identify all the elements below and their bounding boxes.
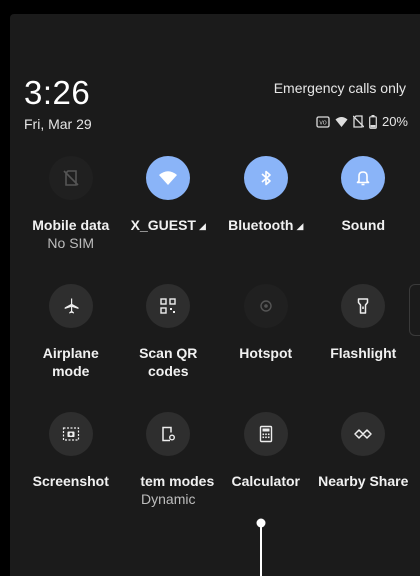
battery-percent: 20%	[381, 114, 408, 129]
hotspot-icon	[260, 300, 272, 312]
page-edge-handle[interactable]	[409, 284, 420, 336]
screenshot-toggle[interactable]	[48, 412, 93, 456]
tile-label: Screenshot	[32, 473, 109, 489]
mobile-data-toggle[interactable]	[48, 156, 93, 200]
clock[interactable]: 3:26	[24, 74, 90, 112]
vowifi-icon: VO	[316, 115, 330, 128]
system-modes-icon	[162, 426, 176, 442]
tile-hotspot[interactable]: Hotspot	[217, 284, 315, 412]
nearby-share-icon	[354, 429, 372, 439]
tile-sound[interactable]: Sound	[315, 156, 413, 284]
tile-sublabel: Dynamic	[141, 491, 196, 507]
calculator-toggle[interactable]	[243, 412, 288, 456]
airplane-mode-toggle[interactable]	[48, 284, 93, 328]
nearby-share-toggle[interactable]	[341, 412, 386, 456]
tile-nearby-share[interactable]: Nearby Share	[315, 412, 413, 540]
tile-bluetooth[interactable]: Bluetooth ◢	[217, 156, 315, 284]
wifi-icon	[159, 171, 178, 185]
flashlight-toggle[interactable]	[341, 284, 386, 328]
tile-wifi[interactable]: X_GUEST ◢	[120, 156, 218, 284]
airplane-icon	[64, 298, 79, 314]
calculator-icon	[259, 425, 272, 443]
tile-label: X_GUEST ◢	[130, 217, 206, 233]
tile-label: Hotspot	[239, 345, 293, 361]
system-modes-toggle[interactable]	[146, 412, 191, 456]
tile-label: Mobile data	[32, 217, 110, 233]
screenshot-icon	[62, 427, 79, 441]
quick-settings-grid: Mobile data No SIM X_GUEST ◢ Bluetooth ◢ S…	[22, 156, 412, 540]
tile-label: Nearby Share	[318, 473, 409, 489]
signal-caret-icon: ◢	[198, 221, 206, 231]
tile-screenshot[interactable]: Screenshot	[22, 412, 120, 540]
svg-text:VO: VO	[319, 120, 326, 126]
tile-system-modes[interactable]: tem modes Dynamic	[120, 412, 218, 540]
tile-label: Scan QR	[139, 345, 198, 361]
status-icons: VO 20%	[316, 114, 408, 129]
tile-mobile-data[interactable]: Mobile data No SIM	[22, 156, 120, 284]
tile-airplane-mode[interactable]: Airplane mode	[22, 284, 120, 412]
tile-label: Sound	[341, 217, 386, 233]
battery-icon	[369, 114, 377, 129]
label-clip: tem modes	[122, 456, 214, 490]
tile-label: Calculator	[231, 473, 300, 489]
date[interactable]: Fri, Mar 29	[24, 116, 92, 132]
scan-qr-toggle[interactable]	[146, 284, 191, 328]
signal-caret-icon: ◢	[296, 221, 304, 231]
tile-label-line2: codes	[148, 363, 189, 379]
bell-icon	[356, 171, 370, 186]
tile-sublabel: No SIM	[47, 235, 95, 251]
bluetooth-toggle[interactable]	[243, 156, 288, 200]
hotspot-toggle[interactable]	[243, 284, 288, 328]
wifi-toggle[interactable]	[146, 156, 191, 200]
tile-scan-qr[interactable]: Scan QR codes	[120, 284, 218, 412]
sound-toggle[interactable]	[341, 156, 386, 200]
bluetooth-icon	[261, 170, 271, 186]
tile-label: Flashlight	[330, 345, 397, 361]
tile-label-line2: mode	[52, 363, 90, 379]
tile-label: Bluetooth ◢	[228, 217, 304, 233]
carrier-status: Emergency calls only	[273, 80, 406, 96]
qr-code-icon	[160, 298, 176, 314]
tile-label: tem modes	[140, 473, 215, 489]
no-sim-icon	[63, 170, 79, 186]
wifi-status-icon	[335, 116, 348, 127]
no-sim-status-icon	[352, 115, 364, 128]
touch-pointer-icon	[256, 518, 266, 576]
tile-flashlight[interactable]: Flashlight	[315, 284, 413, 412]
tile-label: Airplane	[42, 345, 99, 361]
flashlight-icon	[358, 298, 369, 314]
